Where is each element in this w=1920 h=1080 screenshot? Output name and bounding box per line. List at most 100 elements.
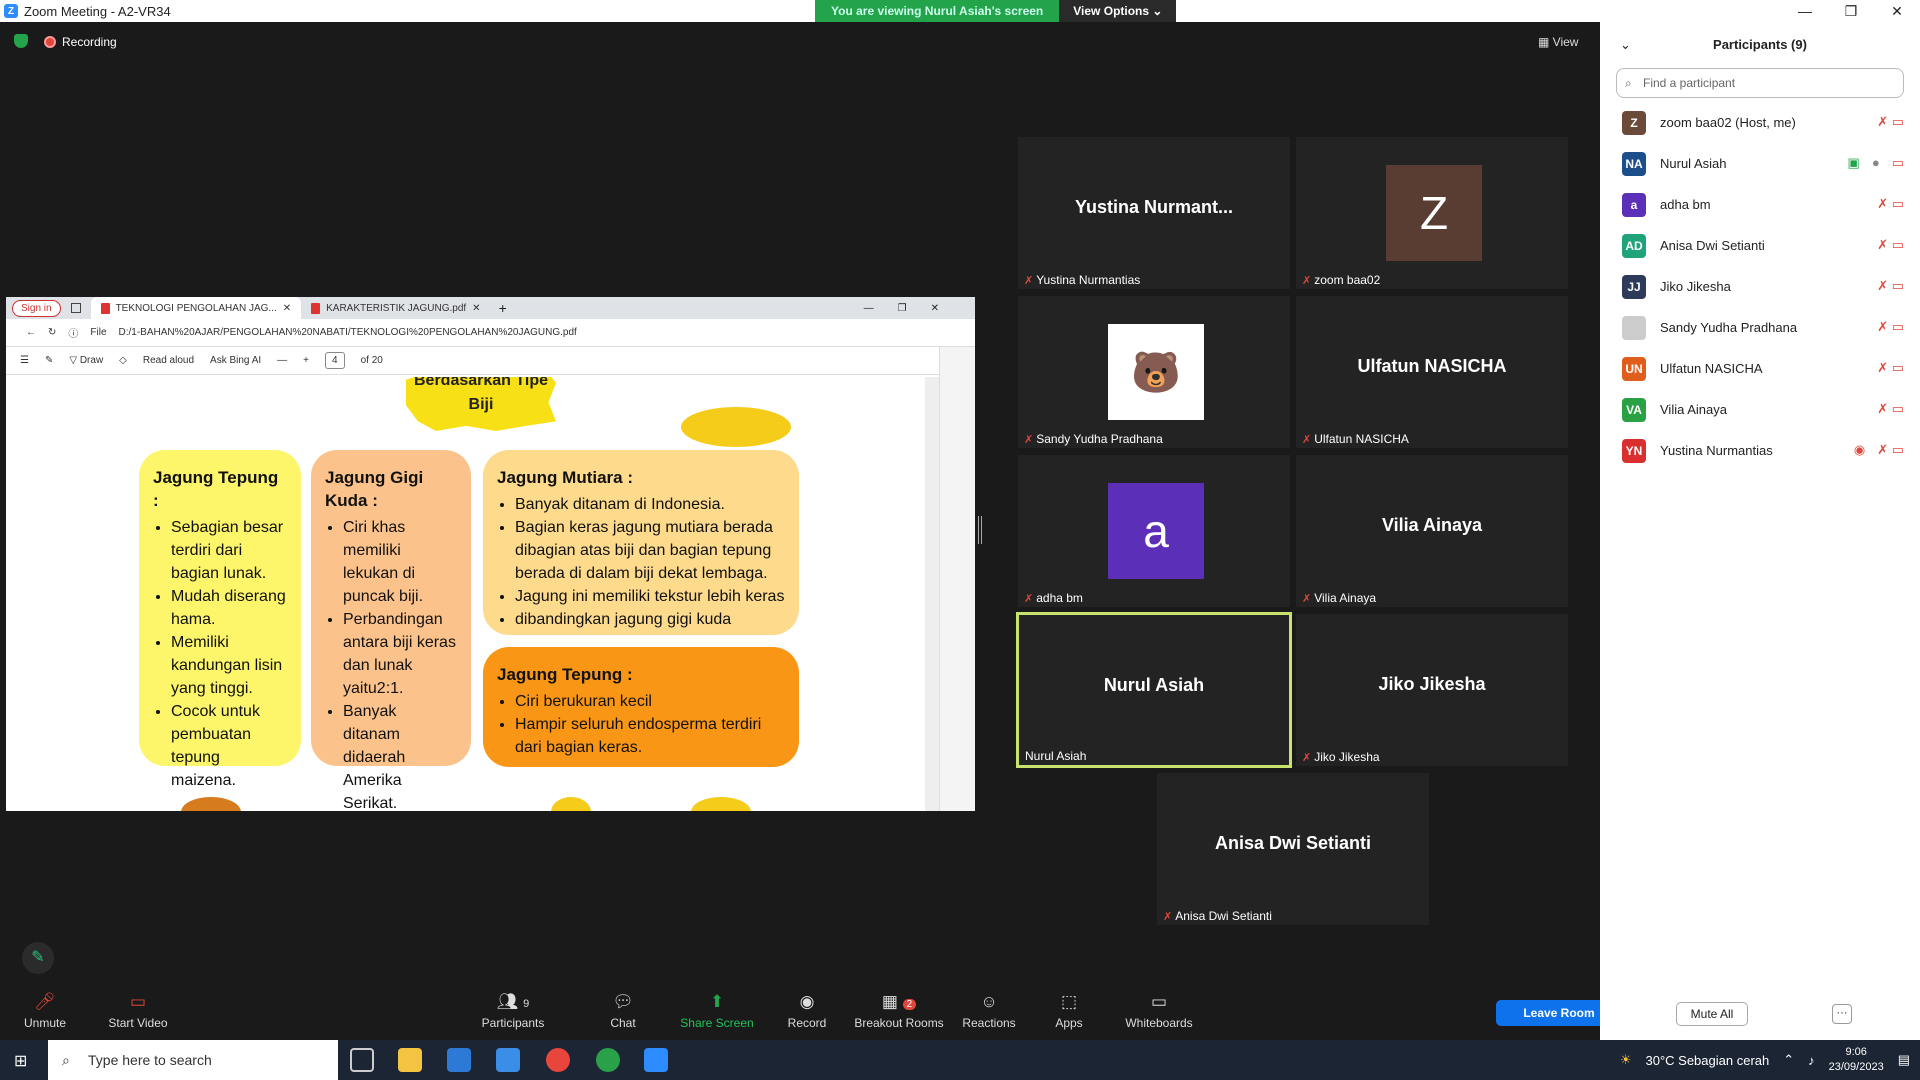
refresh-icon[interactable]: ↻ (48, 327, 56, 338)
tile-label: ✗ Anisa Dwi Setianti (1163, 909, 1272, 923)
store-icon[interactable] (447, 1048, 471, 1072)
url-text[interactable]: D:/1-BAHAN%20AJAR/PENGOLAHAN%20NABATI/TE… (119, 327, 577, 338)
annotate-icon[interactable]: ✎ (22, 942, 54, 974)
zoom-app-icon[interactable] (644, 1048, 668, 1072)
list-item: Mudah diserang hama. (171, 585, 287, 631)
star-text: Berdasarkan Tipe Biji (414, 377, 548, 413)
participant-row[interactable]: Sandy Yudha Pradhana ✗ ▭ (1600, 307, 1920, 348)
avatar: Z (1622, 110, 1646, 135)
participant-name: Anisa Dwi Setianti (1660, 238, 1765, 253)
system-tray: ☀ 30°C Sebagian cerah ⌃ ♪ 9:06 23/09/202… (1620, 1040, 1910, 1080)
apps-label: Apps (1055, 1016, 1083, 1030)
participant-row[interactable]: a adha bm ✗ ▭ (1600, 184, 1920, 225)
unmute-label: Unmute (23, 1016, 67, 1030)
participant-search-input[interactable]: ⌕ Find a participant (1616, 68, 1904, 98)
unmute-button[interactable]: 🎤︎ Unmute (0, 992, 90, 1030)
browser-tab-2[interactable]: KARAKTERISTIK JAGUNG.pdf ✕ (301, 297, 490, 319)
mic-muted-icon: ✗ (1024, 433, 1034, 446)
tile-name: Vilia Ainaya (1381, 515, 1483, 535)
chrome-icon[interactable] (596, 1048, 620, 1072)
panel-header: ⌄ Participants (9) (1600, 22, 1920, 68)
participant-name: Ulfatun NASICHA (1660, 361, 1763, 376)
address-bar[interactable]: ← ↻ ⓘ File D:/1-BAHAN%20AJAR/PENGOLAHAN%… (6, 319, 975, 347)
participant-row[interactable]: NA Nurul Asiah ▣ ● ▭ (1600, 143, 1920, 184)
back-icon[interactable]: ← (26, 327, 36, 338)
video-tile[interactable]: Anisa Dwi Setianti ✗ Anisa Dwi Setianti (1157, 773, 1429, 925)
volume-icon[interactable]: ♪ (1808, 1053, 1815, 1068)
draw-button[interactable]: ▽ Draw (69, 355, 103, 366)
list-item: Jagung ini memiliki tekstur lebih keras (515, 585, 785, 608)
video-tile[interactable]: Ulfatun NASICHA ✗ Ulfatun NASICHA (1296, 296, 1568, 448)
clock-date: 23/09/2023 (1828, 1061, 1884, 1073)
contents-icon[interactable]: ☰ (20, 355, 29, 366)
page-number-input[interactable]: 4 (325, 352, 345, 369)
view-options-button[interactable]: View Options ⌄ (1059, 0, 1177, 22)
record-button[interactable]: ◉ Record (762, 992, 852, 1030)
close-button[interactable]: ✕ (1874, 0, 1920, 22)
taskbar-search[interactable]: ⌕ Type here to search (48, 1040, 338, 1080)
recording-status[interactable]: Recording (44, 35, 117, 49)
video-tile[interactable]: Yustina Nurmant... ✗ Yustina Nurmantias (1018, 137, 1290, 289)
pdf-toolbar: ☰ ✎ ▽ Draw ◇ Read aloud Ask Bing AI — + … (6, 347, 975, 375)
weather-text[interactable]: 30°C Sebagian cerah (1646, 1053, 1770, 1068)
erase-icon[interactable]: ◇ (119, 355, 127, 366)
box-title: Jagung Gigi Kuda : (325, 468, 424, 510)
video-tile[interactable]: 🐻 ✗ Sandy Yudha Pradhana (1018, 296, 1290, 448)
bear-avatar-icon: 🐻 (1108, 324, 1204, 420)
video-tile[interactable]: Jiko Jikesha ✗ Jiko Jikesha (1296, 614, 1568, 766)
breakout-rooms-button[interactable]: ▦ 2 Breakout Rooms (853, 992, 945, 1030)
browser-window-controls[interactable]: —❐✕ (864, 303, 963, 314)
participants-button[interactable]: 👥︎ 9 Participants (468, 992, 558, 1030)
list-item: Ciri berukuran kecil (515, 690, 785, 713)
apps-button[interactable]: ⬚ Apps (1024, 992, 1114, 1030)
participant-row[interactable]: Zzoom baa02 (Host, me) ✗ ▭ (1600, 102, 1920, 143)
start-video-button[interactable]: ▭ Start Video (93, 992, 183, 1030)
collapse-chevron-icon[interactable]: ⌄ (1620, 22, 1631, 68)
clock[interactable]: 9:06 23/09/2023 (1829, 1045, 1884, 1075)
new-tab-button[interactable]: + (499, 300, 507, 316)
list-item: Sebagian besar terdiri dari bagian lunak… (171, 516, 287, 585)
zoom-out-icon[interactable]: — (277, 355, 287, 366)
chat-button[interactable]: 💬︎ Chat (578, 992, 668, 1030)
breakout-label: Breakout Rooms (854, 1016, 944, 1030)
video-tile-active-speaker[interactable]: Nurul Asiah Nurul Asiah (1016, 612, 1292, 768)
ask-bing-button[interactable]: Ask Bing AI (210, 355, 261, 366)
sign-in-button[interactable]: Sign in (12, 299, 61, 317)
tab-actions-icon[interactable] (70, 303, 81, 313)
shared-screen[interactable]: Sign in TEKNOLOGI PENGOLAHAN JAG... ✕ KA… (6, 297, 975, 811)
share-screen-button[interactable]: ⬆ Share Screen (672, 992, 762, 1030)
muted-icons: ✗ ▭ (1877, 278, 1904, 293)
chrome-icon[interactable] (546, 1048, 570, 1072)
splitter-handle[interactable] (978, 516, 982, 544)
browser-tab-1[interactable]: TEKNOLOGI PENGOLAHAN JAG... ✕ (90, 297, 302, 319)
zoom-in-icon[interactable]: + (303, 355, 309, 366)
security-status[interactable] (14, 34, 34, 48)
whiteboards-button[interactable]: ▭ Whiteboards (1114, 992, 1204, 1030)
mic-muted-icon: ✗ (1163, 910, 1173, 923)
notification-icon[interactable]: ▤ (1898, 1052, 1910, 1068)
video-tile[interactable]: a ✗ adha bm (1018, 455, 1290, 607)
video-tile[interactable]: Vilia Ainaya ✗ Vilia Ainaya (1296, 455, 1568, 607)
tray-arrow-icon[interactable]: ⌃ (1783, 1052, 1794, 1068)
mute-all-button[interactable]: Mute All (1676, 1002, 1748, 1026)
restore-button[interactable]: ❐ (1828, 0, 1874, 22)
participant-row[interactable]: UN Ulfatun NASICHA ✗ ▭ (1600, 348, 1920, 389)
participant-row[interactable]: YN Yustina Nurmantias ◉ ✗ ▭ (1600, 430, 1920, 471)
participant-row[interactable]: JJ Jiko Jikesha ✗ ▭ (1600, 266, 1920, 307)
reactions-button[interactable]: ☺ Reactions (944, 992, 1034, 1030)
mic-muted-icon: ✗ (1302, 751, 1312, 764)
task-view-icon[interactable] (350, 1048, 374, 1072)
participant-row[interactable]: VA Vilia Ainaya ✗ ▭ (1600, 389, 1920, 430)
mail-icon[interactable] (496, 1048, 520, 1072)
read-aloud-button[interactable]: Read aloud (143, 355, 194, 366)
more-options-button[interactable]: ··· (1832, 1004, 1852, 1024)
file-explorer-icon[interactable] (398, 1048, 422, 1072)
windows-start-icon[interactable]: ⊞ (14, 1051, 27, 1071)
minimize-button[interactable]: — (1782, 0, 1828, 22)
highlight-icon[interactable]: ✎ (45, 355, 53, 366)
participant-row[interactable]: AD Anisa Dwi Setianti ✗ ▭ (1600, 225, 1920, 266)
view-button[interactable]: ▦ View (1538, 35, 1578, 49)
edge-sidebar[interactable] (939, 347, 975, 811)
pdf-scrollbar[interactable] (925, 377, 939, 811)
video-tile[interactable]: Z ✗ zoom baa02 (1296, 137, 1568, 289)
